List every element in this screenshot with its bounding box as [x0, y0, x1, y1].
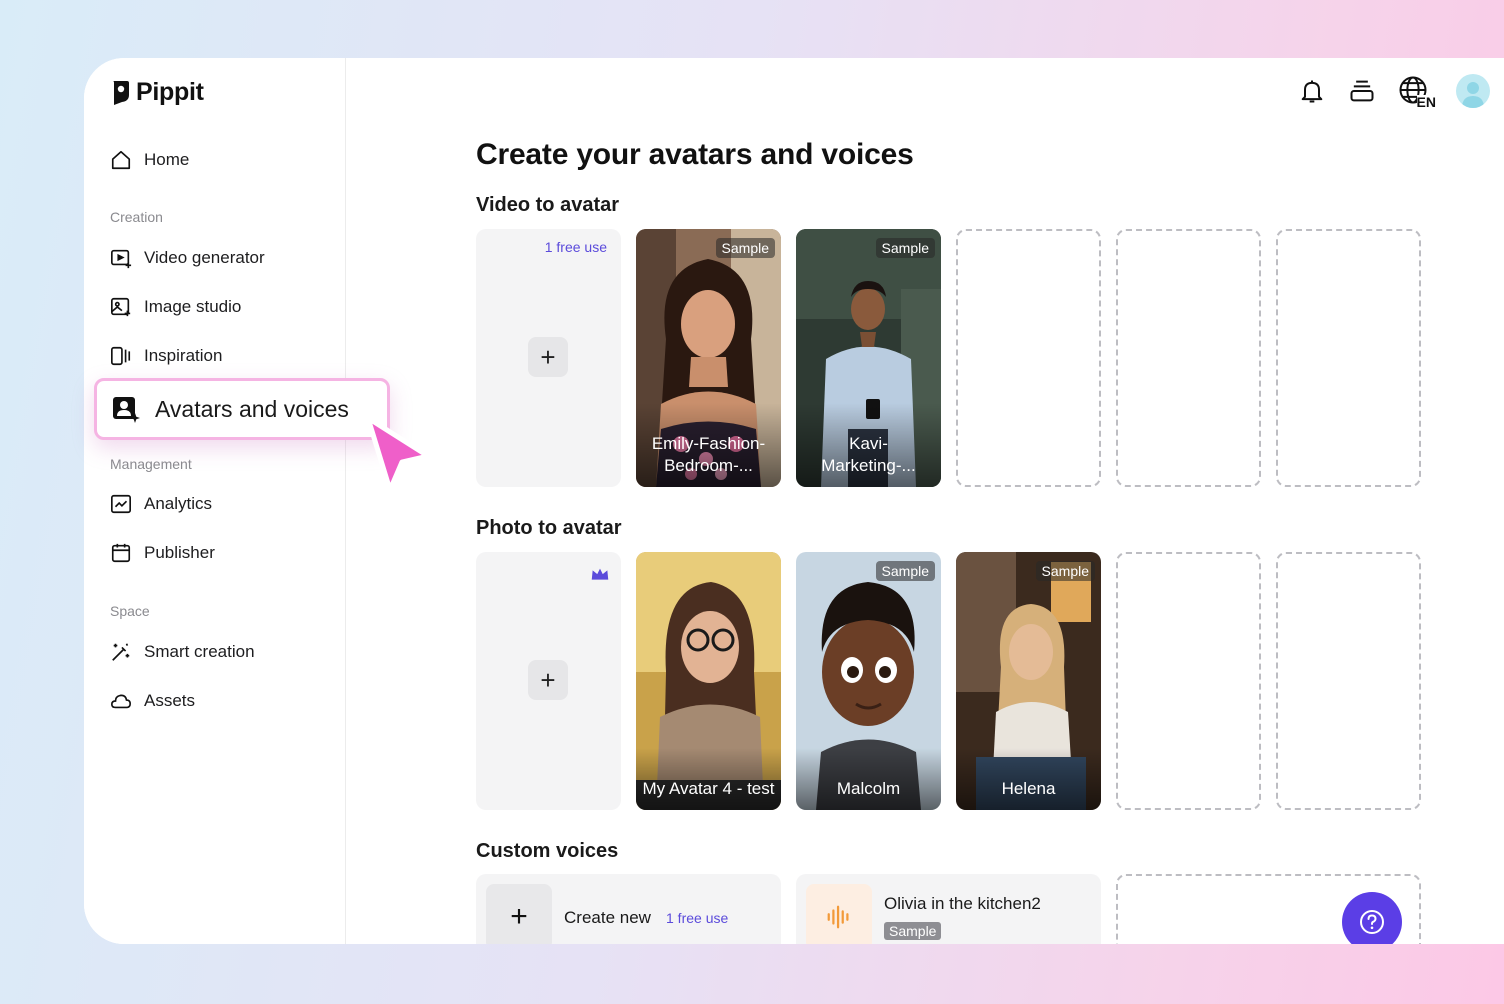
- avatar-card-label: Malcolm: [796, 748, 941, 810]
- credits-stack-icon[interactable]: [1348, 77, 1376, 105]
- sound-wave-icon: [827, 905, 849, 929]
- user-avatar-icon: [1462, 82, 1484, 108]
- language-code: EN: [1416, 94, 1436, 110]
- video-generator-icon: [111, 249, 132, 269]
- sidebar-item-label: Assets: [144, 691, 196, 710]
- sidebar-item-assets[interactable]: Assets: [110, 689, 195, 713]
- avatar-card-helena[interactable]: Sample Helena: [956, 552, 1101, 810]
- analytics-icon: [111, 494, 131, 514]
- sidebar-item-smart-creation[interactable]: Smart creation: [110, 640, 255, 664]
- help-icon: [1360, 910, 1384, 934]
- sidebar-item-label: Analytics: [144, 494, 213, 513]
- create-video-avatar-card[interactable]: 1 free use +: [476, 229, 621, 487]
- sidebar-item-label: Avatars and voices: [155, 395, 349, 422]
- sidebar-item-label: Publisher: [144, 543, 215, 562]
- empty-avatar-slot: [1116, 229, 1261, 487]
- empty-avatar-slot: [1276, 229, 1421, 487]
- user-avatar[interactable]: [1456, 74, 1490, 108]
- avatar-card-label: Kavi-Marketing-...: [796, 403, 941, 487]
- notification-bell-icon[interactable]: [1298, 77, 1326, 105]
- section-label-management: Management: [110, 456, 192, 472]
- avatar-voices-icon: [113, 397, 140, 423]
- avatar-card-label: Emily-Fashion-Bedroom-...: [636, 403, 781, 487]
- voice-icon-box: [806, 884, 872, 944]
- section-title-video-to-avatar: Video to avatar: [476, 194, 620, 216]
- create-photo-avatar-card[interactable]: +: [476, 552, 621, 810]
- sidebar-item-home[interactable]: Home: [110, 148, 189, 172]
- empty-avatar-slot: [1116, 552, 1261, 810]
- sidebar-item-label: Video generator: [144, 248, 265, 267]
- voice-card-olivia[interactable]: Olivia in the kitchen2 Sample: [796, 874, 1101, 944]
- sample-badge: Sample: [1035, 561, 1095, 581]
- sidebar-item-publisher[interactable]: Publisher: [110, 541, 215, 565]
- sidebar-item-label: Inspiration: [144, 346, 223, 365]
- app-window: Pippit Home Creation Video generator Ima…: [84, 58, 1504, 944]
- inspiration-icon: [111, 346, 131, 366]
- crown-icon: [591, 568, 609, 580]
- empty-avatar-slot: [1276, 552, 1421, 810]
- section-title-custom-voices: Custom voices: [476, 840, 619, 862]
- sidebar: Pippit Home Creation Video generator Ima…: [84, 58, 346, 944]
- plus-icon[interactable]: +: [528, 660, 568, 700]
- image-studio-icon: [111, 297, 131, 317]
- sample-badge: Sample: [875, 238, 935, 258]
- pippit-logo-icon: [113, 80, 129, 105]
- mouse-cursor-icon: [365, 415, 431, 493]
- page-title: Create your avatars and voices: [476, 138, 914, 171]
- avatar-card-malcolm[interactable]: Sample Malcolm: [796, 552, 941, 810]
- brand-logo[interactable]: Pippit: [110, 78, 204, 107]
- voice-name: Olivia in the kitchen2: [884, 894, 1041, 913]
- brand-name: Pippit: [136, 78, 204, 106]
- sidebar-item-label: Image studio: [144, 297, 242, 316]
- avatar-card-label: Helena: [956, 748, 1101, 810]
- sample-badge: Sample: [884, 922, 942, 940]
- avatar-card-emily[interactable]: Sample Emily-Fashion-Bedroom-...: [636, 229, 781, 487]
- sidebar-item-label: Home: [144, 150, 190, 169]
- section-title-photo-to-avatar: Photo to avatar: [476, 517, 622, 539]
- avatar-card-label: My Avatar 4 - test: [636, 748, 781, 810]
- sidebar-item-image-studio[interactable]: Image studio: [110, 295, 241, 319]
- create-voice-label: Create new: [564, 908, 651, 927]
- free-use-label: 1 free use: [666, 910, 729, 926]
- plus-icon[interactable]: +: [486, 884, 552, 944]
- help-button[interactable]: [1342, 892, 1402, 944]
- home-icon: [111, 150, 131, 170]
- plus-icon[interactable]: +: [528, 337, 568, 377]
- sidebar-item-inspiration[interactable]: Inspiration: [110, 344, 222, 368]
- free-use-label: 1 free use: [544, 239, 607, 255]
- avatar-card-my-avatar-4[interactable]: My Avatar 4 - test: [636, 552, 781, 810]
- sidebar-item-avatars-and-voices[interactable]: Avatars and voices: [94, 378, 390, 440]
- sample-badge: Sample: [715, 238, 775, 258]
- avatar-card-kavi[interactable]: Sample Kavi-Marketing-...: [796, 229, 941, 487]
- magic-wand-icon: [112, 643, 130, 661]
- section-label-creation: Creation: [110, 209, 163, 225]
- section-label-space: Space: [110, 603, 150, 619]
- sidebar-item-analytics[interactable]: Analytics: [110, 492, 212, 516]
- sidebar-item-label: Smart creation: [144, 642, 255, 661]
- cloud-icon: [111, 694, 131, 709]
- calendar-icon: [111, 543, 131, 563]
- sample-badge: Sample: [875, 561, 935, 581]
- empty-avatar-slot: [956, 229, 1101, 487]
- top-bar: EN: [1298, 74, 1490, 110]
- language-selector[interactable]: EN: [1398, 75, 1436, 110]
- sidebar-item-video-generator[interactable]: Video generator: [110, 246, 265, 270]
- create-voice-card[interactable]: + Create new 1 free use: [476, 874, 781, 944]
